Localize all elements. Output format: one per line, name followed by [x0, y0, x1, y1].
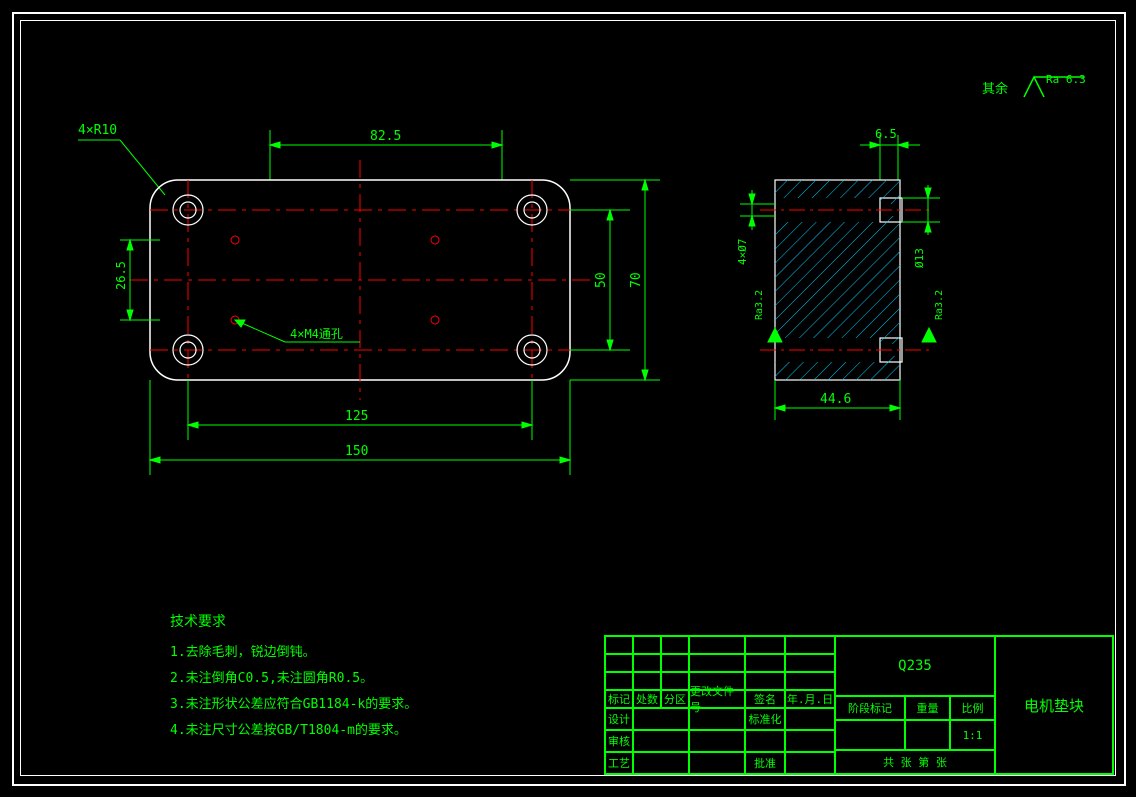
m4-holes-note: 4×M4通孔: [290, 327, 343, 341]
svg-text:Ra 6.3: Ra 6.3: [1046, 73, 1086, 86]
hdr-qty: 处数: [636, 691, 658, 707]
hdr-process: 工艺: [608, 755, 630, 771]
roughness-left: Ra3.2: [754, 290, 765, 320]
dim-82-5: 82.5: [370, 129, 401, 144]
hdr-stagemark: 阶段标记: [848, 700, 892, 716]
hdr-date: 年.月.日: [787, 691, 833, 707]
part-name: 电机垫块: [1024, 695, 1084, 716]
hdr-weight: 重量: [917, 700, 939, 716]
material: Q235: [898, 658, 932, 674]
corner-radius-note: 4×R10: [78, 123, 117, 138]
roughness-symbol-icon: Ra 6.3: [1016, 72, 1086, 102]
dim-50: 50: [594, 272, 609, 288]
hdr-zone: 分区: [664, 691, 686, 707]
side-view: 6.5 4×Ø7 Ø13 Ra3.2: [720, 120, 1000, 480]
hdr-design: 设计: [608, 711, 630, 727]
sheets: 共 张 第 张: [883, 754, 947, 770]
tech-notes-header: 技术要求: [170, 608, 417, 636]
dim-70: 70: [629, 272, 644, 288]
surface-finish-note: 其余 Ra 6.3: [982, 72, 1086, 102]
hdr-scale: 比例: [962, 700, 984, 716]
dim-6-5: 6.5: [875, 127, 897, 141]
roughness-right: Ra3.2: [934, 290, 945, 320]
dim-26-5: 26.5: [114, 261, 128, 290]
tech-note-1: 1.去除毛刺，锐边倒钝。: [170, 640, 417, 666]
tech-note-2: 2.未注倒角C0.5,未注圆角R0.5。: [170, 666, 417, 692]
technical-requirements: 技术要求 1.去除毛刺，锐边倒钝。 2.未注倒角C0.5,未注圆角R0.5。 3…: [170, 608, 417, 744]
hdr-sign: 签名: [754, 691, 776, 707]
dim-125: 125: [345, 409, 368, 424]
surface-finish-label: 其余: [982, 78, 1008, 97]
tech-note-4: 4.未注尺寸公差按GB/T1804-m的要求。: [170, 718, 417, 744]
scale-value: 1:1: [963, 729, 983, 742]
front-view: 82.5 4×R10 4×M4通孔: [70, 120, 690, 540]
tech-note-3: 3.未注形状公差应符合GB1184-k的要求。: [170, 692, 417, 718]
dim-4x7: 4×Ø7: [736, 239, 749, 266]
hdr-check: 审核: [608, 733, 630, 749]
hdr-approve: 批准: [754, 755, 776, 771]
dim-13: Ø13: [913, 248, 926, 268]
title-block: 标记 处数 分区 更改文件号 签名 年.月.日 设计 标准化 审核 工艺 批准 …: [604, 635, 1114, 775]
hdr-stdize: 标准化: [749, 711, 782, 727]
dim-150: 150: [345, 444, 368, 459]
dim-44-6: 44.6: [820, 392, 851, 407]
hdr-mark: 标记: [608, 691, 630, 707]
